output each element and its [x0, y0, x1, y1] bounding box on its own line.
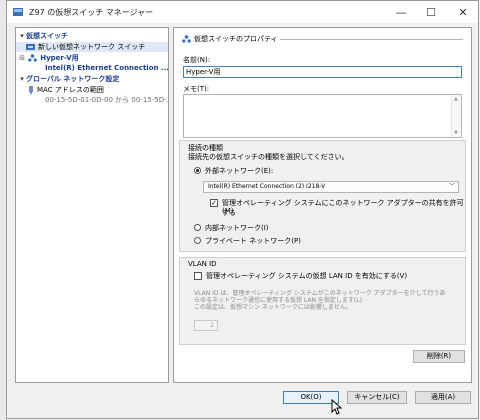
apply-button[interactable]: 適用(A): [415, 391, 471, 404]
vlan-enable-checkbox[interactable]: [194, 272, 202, 280]
virtual-switches-section[interactable]: ⯆ 仮想スイッチ: [18, 31, 68, 41]
collapse-chevron-icon[interactable]: ⯆: [18, 75, 26, 85]
mac-range-label: MAC アドレスの範囲: [37, 86, 104, 94]
properties-divider: [280, 39, 463, 40]
collapse-chevron-icon[interactable]: ⯆: [18, 32, 26, 42]
switch-name-input[interactable]: [183, 66, 462, 78]
network-adapter-value: Intel(R) Ethernet Connection (2) I218-V: [208, 183, 326, 190]
allow-mgmt-os-label[interactable]: 管理オペレーティング システムにこのネットワーク アダプターの共有を許可する: [222, 198, 465, 218]
switch-name-label: Hyper-V用: [40, 54, 79, 62]
switch-properties-pane: 仮想スイッチのプロパティ 名前(N): メモ(T): ▲ ▼ 接続の種類 接続先…: [173, 27, 472, 383]
private-network-label[interactable]: プライベート ネットワーク(P): [205, 236, 301, 246]
switch-manager-app-icon: [13, 8, 23, 16]
mac-range-value: 00-15-5D-01-0D-00 から 00-15-5D-...: [45, 96, 169, 104]
cancel-button[interactable]: キャンセル(C): [347, 391, 407, 404]
scroll-up-icon[interactable]: ▲: [454, 96, 458, 102]
notes-scrollbar[interactable]: ▲ ▼: [451, 95, 461, 137]
allow-mgmt-os-checkbox[interactable]: ✓: [210, 199, 218, 207]
vlan-description: VLAN ID は、管理オペレーティング システムがこのネットワーク アダプター…: [194, 290, 464, 311]
window-title: Z97 の仮想スイッチ マネージャー: [29, 7, 154, 17]
internal-network-label[interactable]: 内部ネットワーク(I): [205, 223, 269, 233]
properties-title-label: 仮想スイッチのプロパティ: [194, 35, 278, 43]
global-network-section[interactable]: ⯆ グローバル ネットワーク設定: [18, 74, 120, 85]
minimize-button[interactable]: —: [386, 1, 416, 23]
tree-item-new-switch[interactable]: 新しい仮想ネットワーク スイッチ: [16, 42, 168, 52]
properties-title: 仮想スイッチのプロパティ: [182, 34, 278, 44]
vlan-title: VLAN ID: [188, 260, 217, 268]
internal-network-radio[interactable]: [194, 224, 201, 231]
private-network-radio[interactable]: [194, 237, 201, 244]
external-network-label[interactable]: 外部ネットワーク(E):: [205, 166, 273, 176]
maximize-button[interactable]: ☐: [416, 1, 446, 23]
virtual-switch-icon: [28, 54, 38, 62]
name-label: 名前(N):: [183, 56, 211, 64]
expand-plus-icon[interactable]: ⊞: [18, 53, 26, 63]
global-network-header: グローバル ネットワーク設定: [26, 75, 120, 83]
virtual-switch-icon: [182, 35, 191, 43]
new-switch-icon: [26, 44, 35, 50]
allow-mgmt-os-label-accel[interactable]: (M): [222, 207, 234, 215]
vlan-description-line: らゆるネットワーク通信に使用する仮想 LAN を指定します(L): [194, 297, 362, 304]
new-switch-label: 新しい仮想ネットワーク スイッチ: [38, 43, 146, 51]
virtual-switches-header: 仮想スイッチ: [26, 32, 68, 40]
connection-type-group: 接続の種類 接続先の仮想スイッチの種類を選択してください。 外部ネットワーク(E…: [179, 140, 466, 252]
vlan-description-line: VLAN ID は、管理オペレーティング システムがこのネットワーク アダプター…: [194, 290, 446, 297]
navigation-tree: ⯆ 仮想スイッチ 新しい仮想ネットワーク スイッチ ⊞ Hyper-V用 Inte…: [15, 27, 169, 383]
vlan-id-input[interactable]: 2: [194, 320, 218, 331]
virtual-switch-manager-window: Z97 の仮想スイッチ マネージャー — ☐ ✕ ⯆ 仮想スイッチ 新しい仮想ネッ…: [6, 0, 479, 419]
external-network-radio[interactable]: [194, 167, 201, 174]
tree-item-hyperv-switch[interactable]: ⊞ Hyper-V用: [18, 53, 79, 63]
vlan-enable-label[interactable]: 管理オペレーティング システムの仮想 LAN ID を有効にする(V): [206, 271, 407, 281]
mac-address-icon: [29, 86, 33, 94]
chevron-down-icon[interactable]: ﹀: [449, 182, 455, 192]
scroll-down-icon[interactable]: ▼: [454, 130, 458, 136]
close-button[interactable]: ✕: [448, 1, 478, 23]
tree-item-mac-range[interactable]: MAC アドレスの範囲: [28, 85, 104, 95]
remove-button[interactable]: 削除(R): [413, 350, 465, 363]
network-adapter-select[interactable]: Intel(R) Ethernet Connection (2) I218-V …: [203, 181, 459, 193]
notes-textarea[interactable]: ▲ ▼: [183, 94, 462, 138]
title-bar: Z97 の仮想スイッチ マネージャー — ☐ ✕: [7, 1, 478, 23]
vlan-group: VLAN ID 管理オペレーティング システムの仮想 LAN ID を有効にする…: [179, 257, 466, 345]
switch-adapter-label: Intel(R) Ethernet Connection ...: [45, 64, 169, 72]
vlan-description-line: この設定は、仮想マシン ネットワークには影響しません。: [194, 304, 352, 311]
connection-type-prompt: 接続先の仮想スイッチの種類を選択してください。: [188, 153, 349, 161]
mouse-cursor-icon: [331, 399, 343, 415]
notes-label: メモ(T):: [183, 85, 210, 93]
